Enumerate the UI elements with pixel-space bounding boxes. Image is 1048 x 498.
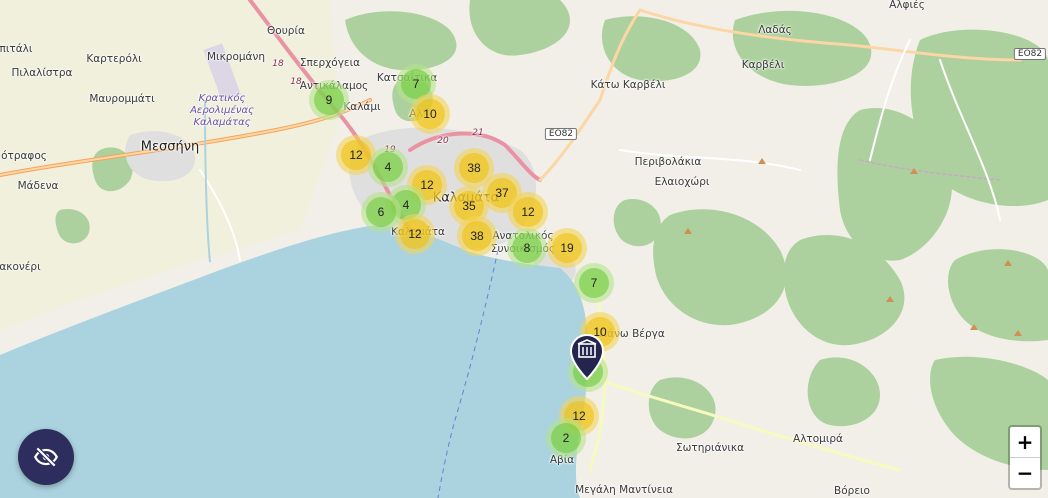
cluster-count: 2	[551, 423, 581, 453]
zoom-out-button[interactable]: −	[1010, 457, 1040, 488]
cluster-count: 38	[462, 221, 492, 251]
road-shield-eo82: ΕΟ82	[544, 128, 578, 140]
marker-cluster[interactable]: 8	[507, 228, 547, 268]
cluster-count: 12	[513, 197, 543, 227]
zoom-control: + −	[1008, 425, 1042, 490]
cluster-count: 6	[366, 197, 396, 227]
cluster-count: 12	[341, 140, 371, 170]
eye-off-icon	[33, 446, 59, 468]
cluster-count: 7	[579, 268, 609, 298]
marker-cluster[interactable]: 7	[574, 263, 614, 303]
map-canvas[interactable]: Θουρία Μικρομάνη Σπερχόγεια Κατσαΐτικα Α…	[0, 0, 1048, 498]
cluster-count: 38	[459, 153, 489, 183]
marker-cluster[interactable]: 2	[546, 418, 586, 458]
zoom-in-button[interactable]: +	[1010, 427, 1040, 457]
cluster-count: 12	[400, 219, 430, 249]
marker-cluster[interactable]: 6	[361, 192, 401, 232]
cluster-count: 9	[314, 85, 344, 115]
location-marker[interactable]	[569, 333, 605, 381]
building-icon	[569, 333, 605, 381]
cluster-count: 10	[415, 99, 445, 129]
cluster-count: 8	[512, 233, 542, 263]
marker-cluster[interactable]: 4	[368, 147, 408, 187]
marker-cluster[interactable]: 12	[508, 192, 548, 232]
marker-cluster[interactable]: 19	[547, 228, 587, 268]
cluster-count: 4	[373, 152, 403, 182]
marker-cluster[interactable]: 9	[309, 80, 349, 120]
cluster-count: 19	[552, 233, 582, 263]
road-shield-eo82: ΕΟ82	[1013, 48, 1047, 60]
marker-cluster[interactable]: 38	[457, 216, 497, 256]
marker-cluster[interactable]: 12	[395, 214, 435, 254]
marker-cluster[interactable]: 10	[410, 94, 450, 134]
visibility-toggle-button[interactable]	[18, 429, 74, 485]
